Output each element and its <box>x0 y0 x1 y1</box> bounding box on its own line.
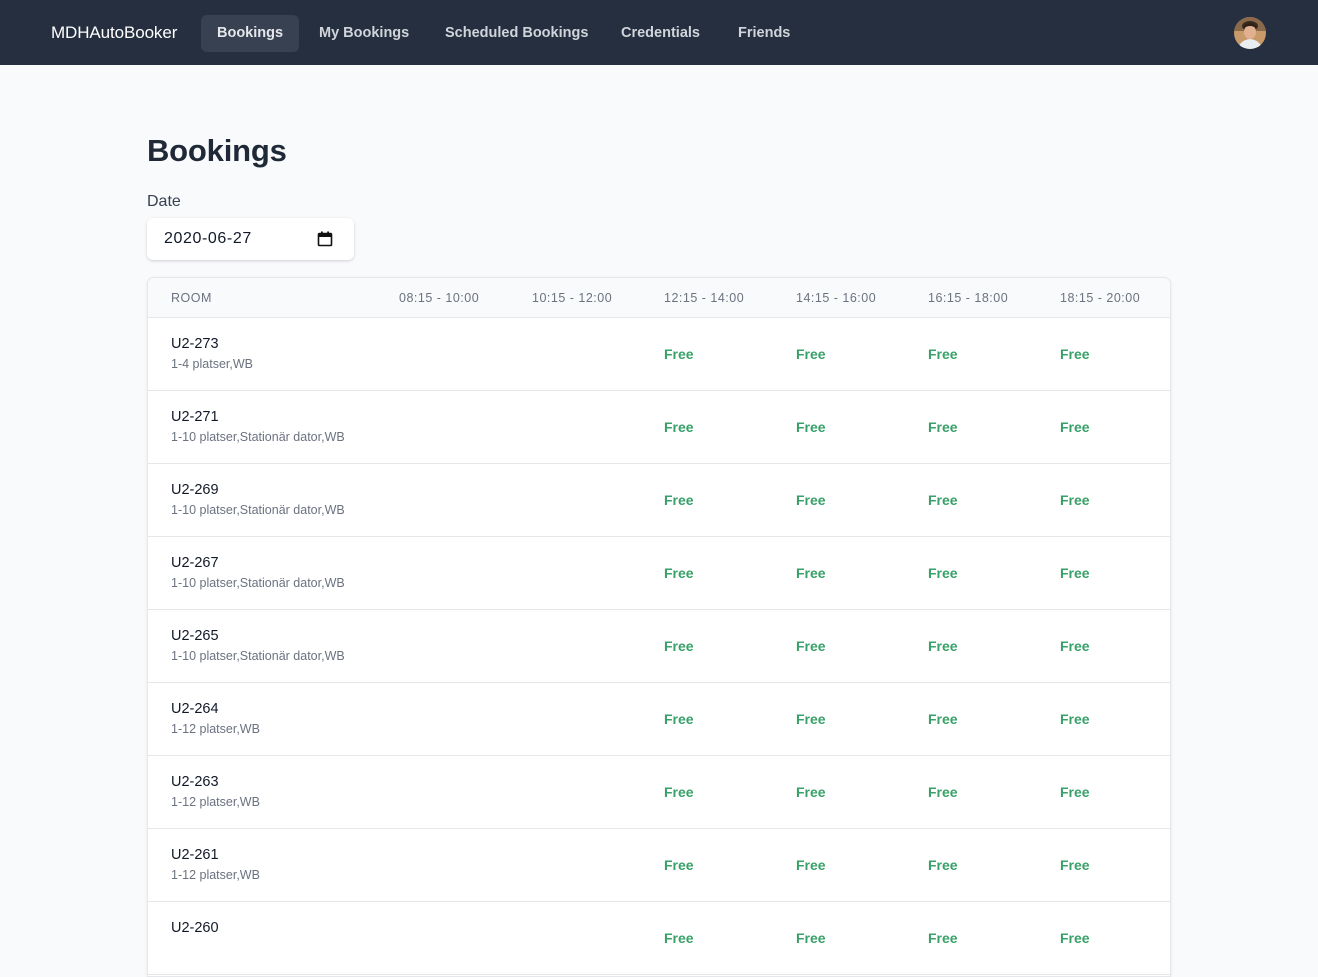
slot-free-button[interactable]: Free <box>1060 783 1090 801</box>
nav-link-credentials[interactable]: Credentials <box>605 15 716 52</box>
slot-free-button[interactable]: Free <box>664 564 694 582</box>
slot-free-button[interactable]: Free <box>796 637 826 655</box>
table-row: U2-260 Free Free Free Free <box>148 902 1170 975</box>
slot-free-button[interactable]: Free <box>796 856 826 874</box>
room-name: U2-267 <box>171 555 219 571</box>
column-header-slot-2: 10:15 - 12:00 <box>532 291 613 305</box>
room-name: U2-273 <box>171 336 219 352</box>
table-row: U2-265 1-10 platser,Stationär dator,WB F… <box>148 610 1170 683</box>
table-row: U2-269 1-10 platser,Stationär dator,WB F… <box>148 464 1170 537</box>
slot-free-button[interactable]: Free <box>928 418 958 436</box>
slot-free-button[interactable]: Free <box>664 345 694 363</box>
slot-free-button[interactable]: Free <box>928 345 958 363</box>
slot-free-button[interactable]: Free <box>664 783 694 801</box>
room-description: 1-10 platser,Stationär dator,WB <box>171 503 345 517</box>
room-name: U2-260 <box>171 920 219 936</box>
room-description: 1-4 platser,WB <box>171 357 253 371</box>
slot-free-button[interactable]: Free <box>1060 345 1090 363</box>
date-input-value[interactable]: 2020-06-27 <box>164 229 252 249</box>
slot-free-button[interactable]: Free <box>664 856 694 874</box>
slot-free-button[interactable]: Free <box>1060 564 1090 582</box>
room-name: U2-264 <box>171 701 219 717</box>
column-header-slot-3: 12:15 - 14:00 <box>664 291 745 305</box>
table-row: U2-267 1-10 platser,Stationär dator,WB F… <box>148 537 1170 610</box>
room-description: 1-10 platser,Stationär dator,WB <box>171 430 345 444</box>
date-input[interactable]: 2020-06-27 <box>147 218 354 260</box>
slot-free-button[interactable]: Free <box>664 418 694 436</box>
room-name: U2-269 <box>171 482 219 498</box>
column-header-slot-1: 08:15 - 10:00 <box>399 291 480 305</box>
table-row: U2-273 1-4 platser,WB Free Free Free Fre… <box>148 318 1170 391</box>
slot-free-button[interactable]: Free <box>796 418 826 436</box>
room-name: U2-271 <box>171 409 219 425</box>
column-header-slot-6: 18:15 - 20:00 <box>1060 291 1141 305</box>
slot-free-button[interactable]: Free <box>928 564 958 582</box>
nav-link-scheduled-bookings[interactable]: Scheduled Bookings <box>429 15 604 52</box>
slot-free-button[interactable]: Free <box>796 491 826 509</box>
table-row: U2-264 1-12 platser,WB Free Free Free Fr… <box>148 683 1170 756</box>
slot-free-button[interactable]: Free <box>796 345 826 363</box>
slot-free-button[interactable]: Free <box>664 929 694 947</box>
table-row: U2-271 1-10 platser,Stationär dator,WB F… <box>148 391 1170 464</box>
room-description: 1-12 platser,WB <box>171 868 260 882</box>
slot-free-button[interactable]: Free <box>796 929 826 947</box>
room-description: 1-12 platser,WB <box>171 722 260 736</box>
slot-free-button[interactable]: Free <box>664 637 694 655</box>
avatar-icon <box>1234 17 1266 49</box>
slot-free-button[interactable]: Free <box>928 929 958 947</box>
calendar-icon[interactable] <box>317 231 333 247</box>
column-header-slot-5: 16:15 - 18:00 <box>928 291 1009 305</box>
page-title: Bookings <box>147 133 287 168</box>
slot-free-button[interactable]: Free <box>664 710 694 728</box>
room-description: 1-12 platser,WB <box>171 795 260 809</box>
slot-free-button[interactable]: Free <box>664 491 694 509</box>
nav-link-friends[interactable]: Friends <box>722 15 806 52</box>
table-row: U2-261 1-12 platser,WB Free Free Free Fr… <box>148 829 1170 902</box>
user-avatar[interactable] <box>1234 17 1266 49</box>
bookings-table: ROOM 08:15 - 10:00 10:15 - 12:00 12:15 -… <box>147 277 1171 977</box>
nav-link-my-bookings[interactable]: My Bookings <box>303 15 425 52</box>
slot-free-button[interactable]: Free <box>928 491 958 509</box>
table-row: U2-263 1-12 platser,WB Free Free Free Fr… <box>148 756 1170 829</box>
slot-free-button[interactable]: Free <box>928 710 958 728</box>
nav-link-bookings[interactable]: Bookings <box>201 15 300 52</box>
room-name: U2-263 <box>171 774 219 790</box>
column-header-room: ROOM <box>171 291 212 305</box>
slot-free-button[interactable]: Free <box>1060 710 1090 728</box>
slot-free-button[interactable]: Free <box>1060 637 1090 655</box>
room-description: 1-10 platser,Stationär dator,WB <box>171 649 345 663</box>
slot-free-button[interactable]: Free <box>796 564 826 582</box>
column-header-slot-4: 14:15 - 16:00 <box>796 291 877 305</box>
slot-free-button[interactable]: Free <box>928 856 958 874</box>
room-description: 1-10 platser,Stationär dator,WB <box>171 576 345 590</box>
slot-free-button[interactable]: Free <box>1060 418 1090 436</box>
slot-free-button[interactable]: Free <box>1060 491 1090 509</box>
slot-free-button[interactable]: Free <box>1060 856 1090 874</box>
table-header: ROOM 08:15 - 10:00 10:15 - 12:00 12:15 -… <box>148 278 1170 318</box>
slot-free-button[interactable]: Free <box>928 637 958 655</box>
room-name: U2-265 <box>171 628 219 644</box>
slot-free-button[interactable]: Free <box>796 710 826 728</box>
room-name: U2-261 <box>171 847 219 863</box>
date-label: Date <box>147 193 181 210</box>
slot-free-button[interactable]: Free <box>928 783 958 801</box>
slot-free-button[interactable]: Free <box>1060 929 1090 947</box>
top-navbar: MDHAutoBooker Bookings My Bookings Sched… <box>0 0 1318 65</box>
slot-free-button[interactable]: Free <box>796 783 826 801</box>
brand-logo-text[interactable]: MDHAutoBooker <box>51 22 177 44</box>
